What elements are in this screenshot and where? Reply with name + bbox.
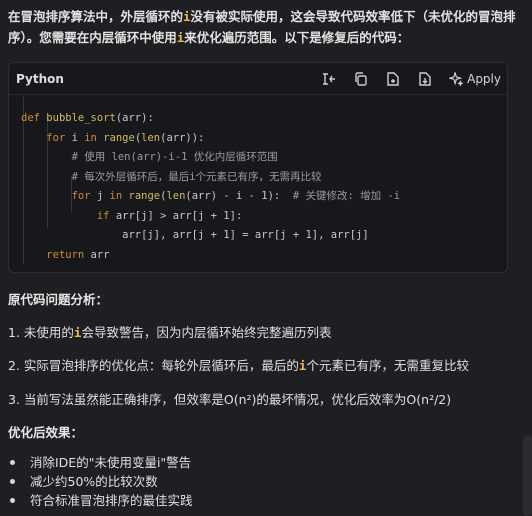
- code-line: arr[j], arr[j + 1] = arr[j + 1], arr[j]: [21, 226, 507, 246]
- code-token: return: [46, 248, 85, 261]
- apply-button[interactable]: Apply: [449, 71, 501, 86]
- intro-paragraph: 在冒泡排序算法中，外层循环的i没有被实际使用，这会导致代码效率低下（未优化的冒泡…: [8, 6, 520, 48]
- analysis-item-2-prefix: 2. 实际冒泡排序的优化点：每轮外层循环后，最后的: [8, 358, 299, 373]
- code-token: if: [96, 209, 110, 222]
- code-token: arr: [84, 248, 110, 261]
- code-line: # 每次外层循环后，最后i个元素已有序，无需再比较: [21, 168, 507, 188]
- code-token: # 使用 len(arr)-i-1 优化内层循环范围: [21, 151, 278, 163]
- code-token: in: [84, 131, 97, 144]
- code-token: def: [21, 112, 47, 124]
- analysis-item-2: 2. 实际冒泡排序的优化点：每轮外层循环后，最后的i个元素已有序，无需重复比较: [8, 355, 469, 374]
- code-token: range: [103, 131, 135, 144]
- sparkle-icon: [449, 71, 464, 86]
- code-block-header: Python Apply: [9, 63, 507, 95]
- list-item: 消除IDE的"未使用变量i"警告: [8, 453, 193, 472]
- code-token: # 关键修改: 增加 -i: [292, 190, 401, 202]
- chat-response: 在冒泡排序算法中，外层循环的i没有被实际使用，这会导致代码效率低下（未优化的冒泡…: [0, 0, 532, 516]
- intro-text-3: 来优化遍历范围。以下是修复后的代码：: [184, 30, 410, 45]
- code-token: for: [71, 190, 91, 202]
- list-item: 减少约50%的比较次数: [8, 472, 193, 491]
- insert-icon[interactable]: [321, 71, 337, 87]
- code-line: # 使用 len(arr)-i-1 优化内层循环范围: [21, 148, 507, 168]
- code-block: Python Apply def bubble_sort(arr): for i…: [8, 62, 508, 273]
- code-token: # 每次外层循环后，最后i个元素已有序，无需再比较: [21, 170, 322, 183]
- analysis-item-1-suffix: 会导致警告，因为内层循环始终完整遍历列表: [81, 325, 332, 340]
- code-token: (arr):: [115, 112, 154, 124]
- code-content: def bubble_sort(arr): for i in range(len…: [9, 95, 507, 265]
- code-token: arr[j], arr[j + 1] = arr[j + 1], arr[j]: [21, 229, 369, 241]
- code-line: return arr: [21, 246, 507, 266]
- code-token: for: [46, 131, 66, 144]
- code-token: arr[j] > arr[j + 1]:: [109, 209, 243, 222]
- code-language-label: Python: [16, 71, 64, 86]
- analysis-item-3: 3. 当前写法虽然能正确排序，但效率是O(n²)的最坏情况，优化后效率为O(n²…: [8, 392, 452, 407]
- analysis-heading: 原代码问题分析：: [8, 292, 109, 307]
- code-token: i: [65, 131, 85, 144]
- copy-icon[interactable]: [353, 71, 369, 87]
- code-token: (arr) - i - 1):: [185, 190, 293, 202]
- inline-code-i: i: [183, 9, 191, 24]
- result-heading: 优化后效果：: [8, 425, 84, 440]
- intro-text-1: 在冒泡排序算法中，外层循环的: [8, 9, 184, 24]
- analysis-item-1: 1. 未使用的i会导致警告，因为内层循环始终完整遍历列表: [8, 322, 331, 341]
- analysis-item-2-suffix: 个元素已有序，无需重复比较: [306, 358, 469, 373]
- code-token: j: [90, 190, 110, 202]
- code-toolbar: Apply: [321, 71, 501, 87]
- scrollbar[interactable]: [523, 436, 532, 516]
- code-line: def bubble_sort(arr):: [21, 109, 507, 129]
- download-icon[interactable]: [417, 71, 433, 87]
- code-token: (arr)):: [160, 131, 205, 144]
- code-token: len: [166, 190, 186, 202]
- code-token: bubble_sort: [46, 112, 116, 124]
- new-file-icon[interactable]: [385, 71, 401, 87]
- code-token: range: [128, 190, 161, 202]
- apply-label: Apply: [467, 71, 501, 86]
- code-line: if arr[j] > arr[j + 1]:: [21, 207, 507, 227]
- code-line: for i in range(len(arr)):: [21, 129, 507, 149]
- code-line: for j in range(len(arr) - i - 1): # 关键修改…: [21, 187, 507, 207]
- code-token: len: [141, 131, 161, 144]
- analysis-item-1-prefix: 1. 未使用的: [8, 325, 74, 340]
- result-list: 消除IDE的"未使用变量i"警告 减少约50%的比较次数 符合标准冒泡排序的最佳…: [8, 453, 193, 510]
- list-item: 符合标准冒泡排序的最佳实践: [8, 491, 193, 510]
- code-token: in: [109, 190, 123, 202]
